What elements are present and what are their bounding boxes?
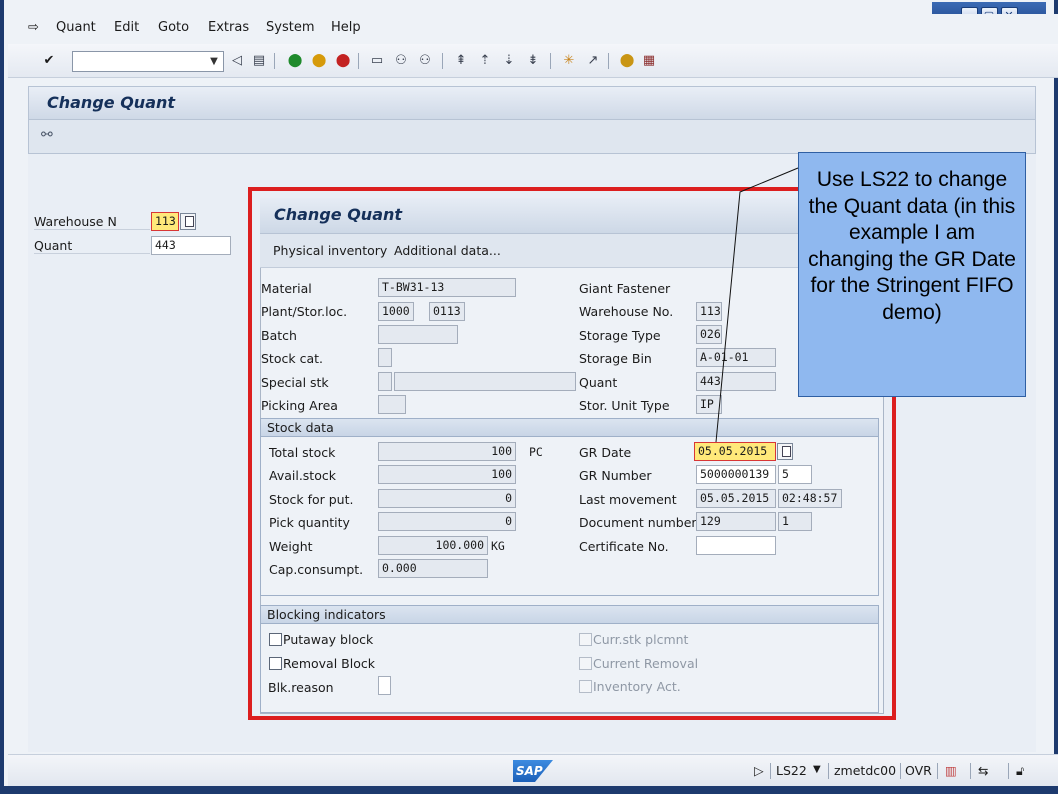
status-performance-icon: ▥ xyxy=(945,763,957,778)
lock-icon[interactable]: 🔓︎ xyxy=(1016,763,1024,779)
sap-logo: SAP xyxy=(513,760,553,782)
status-mode: OVR xyxy=(905,763,932,778)
status-expand-icon[interactable]: ▷ xyxy=(754,763,764,778)
status-dropdown-icon[interactable]: ▼ xyxy=(813,764,821,775)
status-transfer-icon: ⇆ xyxy=(978,763,989,778)
callout-pointer xyxy=(715,167,799,443)
sap-window: ▁ ▢ ✕ ⇨ Quant Edit Goto Extras System He… xyxy=(0,0,1058,794)
window-bottom-edge xyxy=(0,786,1058,794)
status-bar: SAP ▷ LS22 ▼ zmetdc00 OVR ▥ ⇆ 🔓︎ xyxy=(8,754,1058,786)
status-transaction: LS22 xyxy=(776,763,807,778)
status-server: zmetdc00 xyxy=(834,763,897,778)
